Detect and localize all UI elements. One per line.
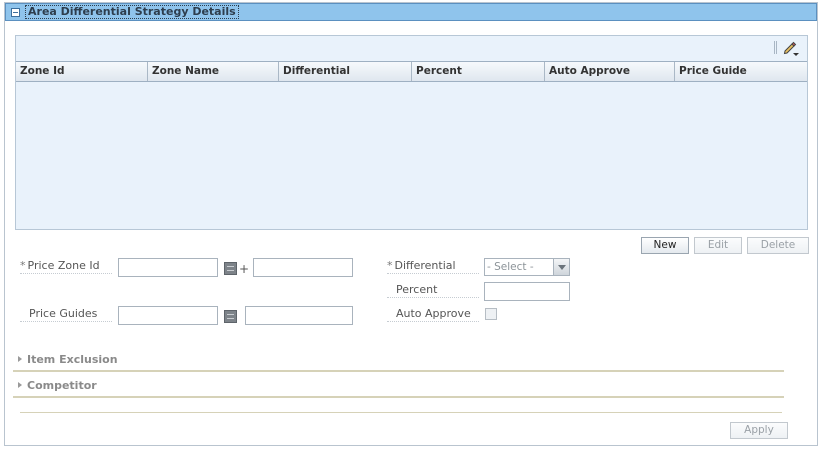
differential-selected-value: - Select - <box>487 261 534 273</box>
grid-header-row: Zone Id Zone Name Differential Percent A… <box>16 61 807 82</box>
toolbar-separator <box>774 41 777 54</box>
apply-button[interactable]: Apply <box>730 422 788 439</box>
delete-button[interactable]: Delete <box>747 237 809 254</box>
differential-label: * Differential <box>387 259 479 274</box>
column-header-percent[interactable]: Percent <box>412 62 545 81</box>
grid-toolbar <box>16 36 807 61</box>
plus-icon: + <box>239 262 250 276</box>
expand-icon <box>18 382 22 388</box>
percent-input[interactable] <box>484 282 570 301</box>
column-header-differential[interactable]: Differential <box>279 62 412 81</box>
price-guides-input[interactable] <box>118 306 218 325</box>
required-marker: * <box>20 259 26 272</box>
column-header-price-guide[interactable]: Price Guide <box>675 62 807 81</box>
collapse-icon[interactable] <box>11 7 20 17</box>
required-marker: * <box>387 259 393 272</box>
item-exclusion-title: Item Exclusion <box>27 353 118 366</box>
auto-approve-checkbox[interactable] <box>485 308 497 320</box>
price-guides-lookup-icon[interactable] <box>224 310 237 323</box>
panel-header: Area Differential Strategy Details <box>5 3 817 21</box>
competitor-title: Competitor <box>27 379 97 392</box>
chevron-down-icon[interactable] <box>553 259 569 275</box>
footer-divider <box>20 412 782 413</box>
expand-icon <box>18 356 22 362</box>
column-header-zone-name[interactable]: Zone Name <box>148 62 279 81</box>
price-guides-label: Price Guides <box>20 307 112 322</box>
new-button[interactable]: New <box>641 237 689 254</box>
price-zone-name-input[interactable] <box>253 258 353 277</box>
item-exclusion-section[interactable]: Item Exclusion <box>13 352 784 372</box>
differential-label-text: Differential <box>394 259 456 272</box>
differential-select[interactable]: - Select - <box>484 258 570 276</box>
price-guides-name-input[interactable] <box>245 306 353 325</box>
zone-grid: Zone Id Zone Name Differential Percent A… <box>15 35 808 230</box>
column-header-zone-id[interactable]: Zone Id <box>16 62 148 81</box>
percent-label: Percent <box>387 283 479 298</box>
pencil-dropdown-icon[interactable] <box>782 39 800 57</box>
competitor-section[interactable]: Competitor <box>13 378 784 398</box>
price-zone-id-label-text: Price Zone Id <box>27 259 100 272</box>
price-zone-id-label: * Price Zone Id <box>20 259 112 274</box>
price-zone-id-input[interactable] <box>118 258 218 277</box>
edit-button[interactable]: Edit <box>694 237 742 254</box>
price-zone-lookup-icon[interactable] <box>224 262 237 275</box>
panel-title[interactable]: Area Differential Strategy Details <box>25 5 239 19</box>
auto-approve-label: Auto Approve <box>387 307 479 322</box>
column-header-auto-approve[interactable]: Auto Approve <box>545 62 675 81</box>
